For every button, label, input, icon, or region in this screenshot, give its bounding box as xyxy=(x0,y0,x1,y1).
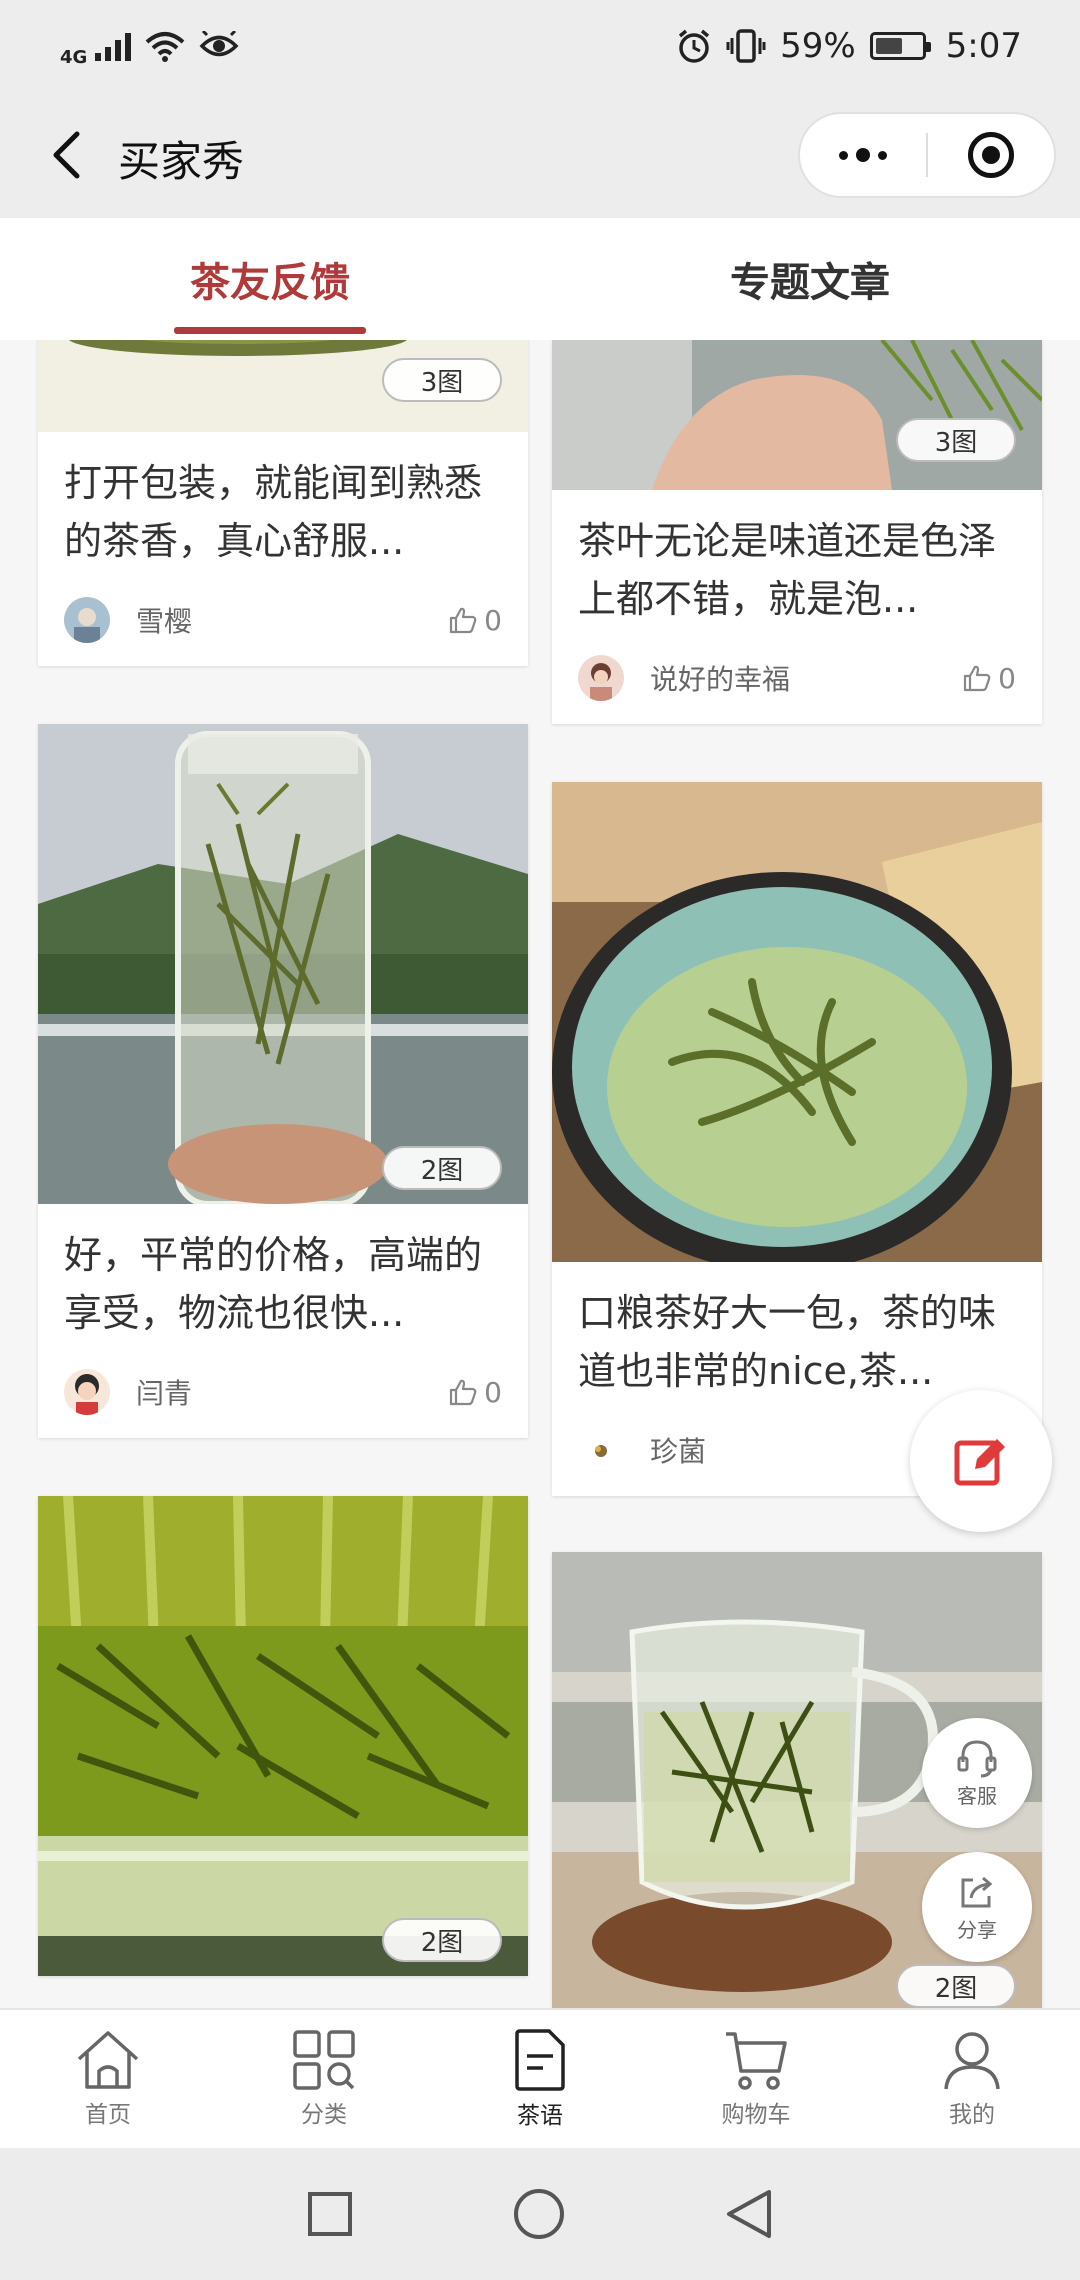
avatar xyxy=(64,1369,110,1415)
image-count-badge: 2图 xyxy=(382,1918,502,1962)
home-circle-icon[interactable] xyxy=(513,2188,565,2240)
headset-icon xyxy=(957,1739,997,1777)
nav-cart[interactable]: 购物车 xyxy=(648,2010,864,2148)
card-meta: 说好的幸福 0 xyxy=(552,632,1042,724)
nav-home[interactable]: 首页 xyxy=(0,2010,216,2148)
more-dots-icon xyxy=(839,148,887,162)
edit-icon xyxy=(954,1439,1005,1486)
nav-label: 我的 xyxy=(949,2102,995,2128)
network-type: 4G xyxy=(60,46,88,68)
avatar xyxy=(64,597,110,643)
nav-label: 购物车 xyxy=(721,2102,791,2128)
target-icon xyxy=(968,132,1014,178)
like-button[interactable]: 0 xyxy=(962,662,1016,695)
card-text: 好，平常的价格，高端的享受，物流也很快... xyxy=(64,1233,483,1335)
nav-label: 茶语 xyxy=(517,2103,563,2129)
author-name: 雪樱 xyxy=(136,605,193,638)
thumbs-up-icon xyxy=(450,1379,477,1406)
card-image[interactable]: 3图 xyxy=(38,340,528,432)
tab-tea-friend-feedback[interactable]: 茶友反馈 xyxy=(0,218,540,340)
vibrate-icon xyxy=(726,29,766,63)
cart-icon xyxy=(726,2032,787,2090)
feed[interactable]: 3图 打开包装，就能闻到熟悉的茶香，真心舒服... 雪樱 0 3图 茶叶无论是味… xyxy=(0,340,1080,2008)
battery-icon xyxy=(869,32,931,60)
image-count-badge: 3图 xyxy=(382,358,502,402)
like-count: 0 xyxy=(998,661,1016,695)
bottom-nav: 首页 分类 茶语 购物车 我的 xyxy=(0,2008,1080,2148)
write-review-button[interactable] xyxy=(910,1390,1052,1532)
tab-special-articles[interactable]: 专题文章 xyxy=(540,218,1080,340)
card-meta: 雪樱 0 xyxy=(38,574,528,666)
like-button[interactable]: 0 xyxy=(448,604,502,637)
back-button[interactable] xyxy=(34,120,98,190)
title-bar: 买家秀 xyxy=(0,92,1080,218)
feed-card[interactable]: 口粮茶好大一包，茶的味道也非常的nice,茶... 珍菌 xyxy=(552,782,1042,1496)
more-button[interactable] xyxy=(800,114,926,196)
image-count-badge: 2图 xyxy=(896,1964,1016,2008)
document-icon xyxy=(515,2029,565,2091)
signal-icon xyxy=(95,31,132,61)
tea-photo xyxy=(38,724,528,1204)
card-meta: 闫青 0 xyxy=(38,1346,528,1438)
card-image[interactable] xyxy=(552,782,1042,1262)
like-button[interactable]: 0 xyxy=(448,1376,502,1409)
tab-label: 专题文章 xyxy=(730,260,890,306)
tea-photo xyxy=(552,340,1042,490)
thumbs-up-icon xyxy=(964,665,991,692)
alarm-icon xyxy=(678,29,710,63)
home-icon xyxy=(77,2031,139,2089)
card-text: 口粮茶好大一包，茶的味道也非常的nice,茶... xyxy=(578,1291,997,1393)
thumbs-up-icon xyxy=(450,607,477,634)
wifi-icon xyxy=(145,32,185,62)
image-count-badge: 2图 xyxy=(382,1146,502,1190)
category-icon xyxy=(293,2030,355,2090)
nav-category[interactable]: 分类 xyxy=(216,2010,432,2148)
close-button[interactable] xyxy=(928,114,1054,196)
clock: 5:07 xyxy=(945,26,1022,66)
eye-icon xyxy=(199,31,239,57)
status-bar: 4G 59% 5:07 xyxy=(0,0,1080,92)
like-count: 0 xyxy=(484,603,502,637)
feed-card[interactable]: 2图 好，平常的价格，高端的享受，物流也很快... 闫青 0 xyxy=(38,724,528,1438)
chevron-left-icon xyxy=(53,131,80,179)
author-name: 说好的幸福 xyxy=(650,663,791,696)
image-count-badge: 3图 xyxy=(896,418,1016,462)
tab-label: 茶友反馈 xyxy=(190,260,350,306)
customer-service-label: 客服 xyxy=(957,1783,997,1808)
card-text: 打开包装，就能闻到熟悉的茶香，真心舒服... xyxy=(64,461,483,563)
feed-card[interactable]: 3图 茶叶无论是味道还是色泽上都不错，就是泡... 说好的幸福 0 xyxy=(552,340,1042,724)
status-left: 4G xyxy=(60,25,239,68)
share-button[interactable]: 分享 xyxy=(922,1852,1032,1962)
feed-card[interactable]: 2图 xyxy=(38,1496,528,1976)
card-image[interactable]: 3图 xyxy=(552,340,1042,490)
avatar xyxy=(578,1427,624,1473)
recent-apps-icon[interactable] xyxy=(307,2191,353,2237)
card-text: 茶叶无论是味道还是色泽上都不错，就是泡... xyxy=(578,519,997,621)
nav-label: 首页 xyxy=(85,2102,131,2128)
nav-me[interactable]: 我的 xyxy=(864,2010,1080,2148)
card-image[interactable]: 2图 xyxy=(38,1496,528,1976)
like-count: 0 xyxy=(484,1375,502,1409)
feed-card[interactable]: 3图 打开包装，就能闻到熟悉的茶香，真心舒服... 雪樱 0 xyxy=(38,340,528,666)
author-name: 闫青 xyxy=(136,1377,193,1410)
mini-program-capsule xyxy=(798,112,1056,198)
status-right: 59% 5:07 xyxy=(676,26,1022,66)
nav-tea-talk[interactable]: 茶语 xyxy=(432,2010,648,2148)
customer-service-button[interactable]: 客服 xyxy=(922,1718,1032,1828)
system-navigation-bar xyxy=(0,2148,1080,2280)
tab-active-indicator xyxy=(174,327,366,334)
share-icon xyxy=(961,1876,993,1907)
tea-photo xyxy=(552,782,1042,1262)
nav-label: 分类 xyxy=(301,2102,347,2128)
card-image[interactable]: 2图 xyxy=(38,724,528,1204)
avatar xyxy=(578,655,624,701)
user-icon xyxy=(944,2032,1000,2090)
page-title: 买家秀 xyxy=(118,137,245,186)
battery-percent: 59% xyxy=(780,26,856,66)
share-label: 分享 xyxy=(957,1917,997,1942)
tea-photo xyxy=(38,1496,528,1976)
tab-bar: 茶友反馈 专题文章 xyxy=(0,218,1080,340)
back-triangle-icon[interactable] xyxy=(725,2188,773,2240)
